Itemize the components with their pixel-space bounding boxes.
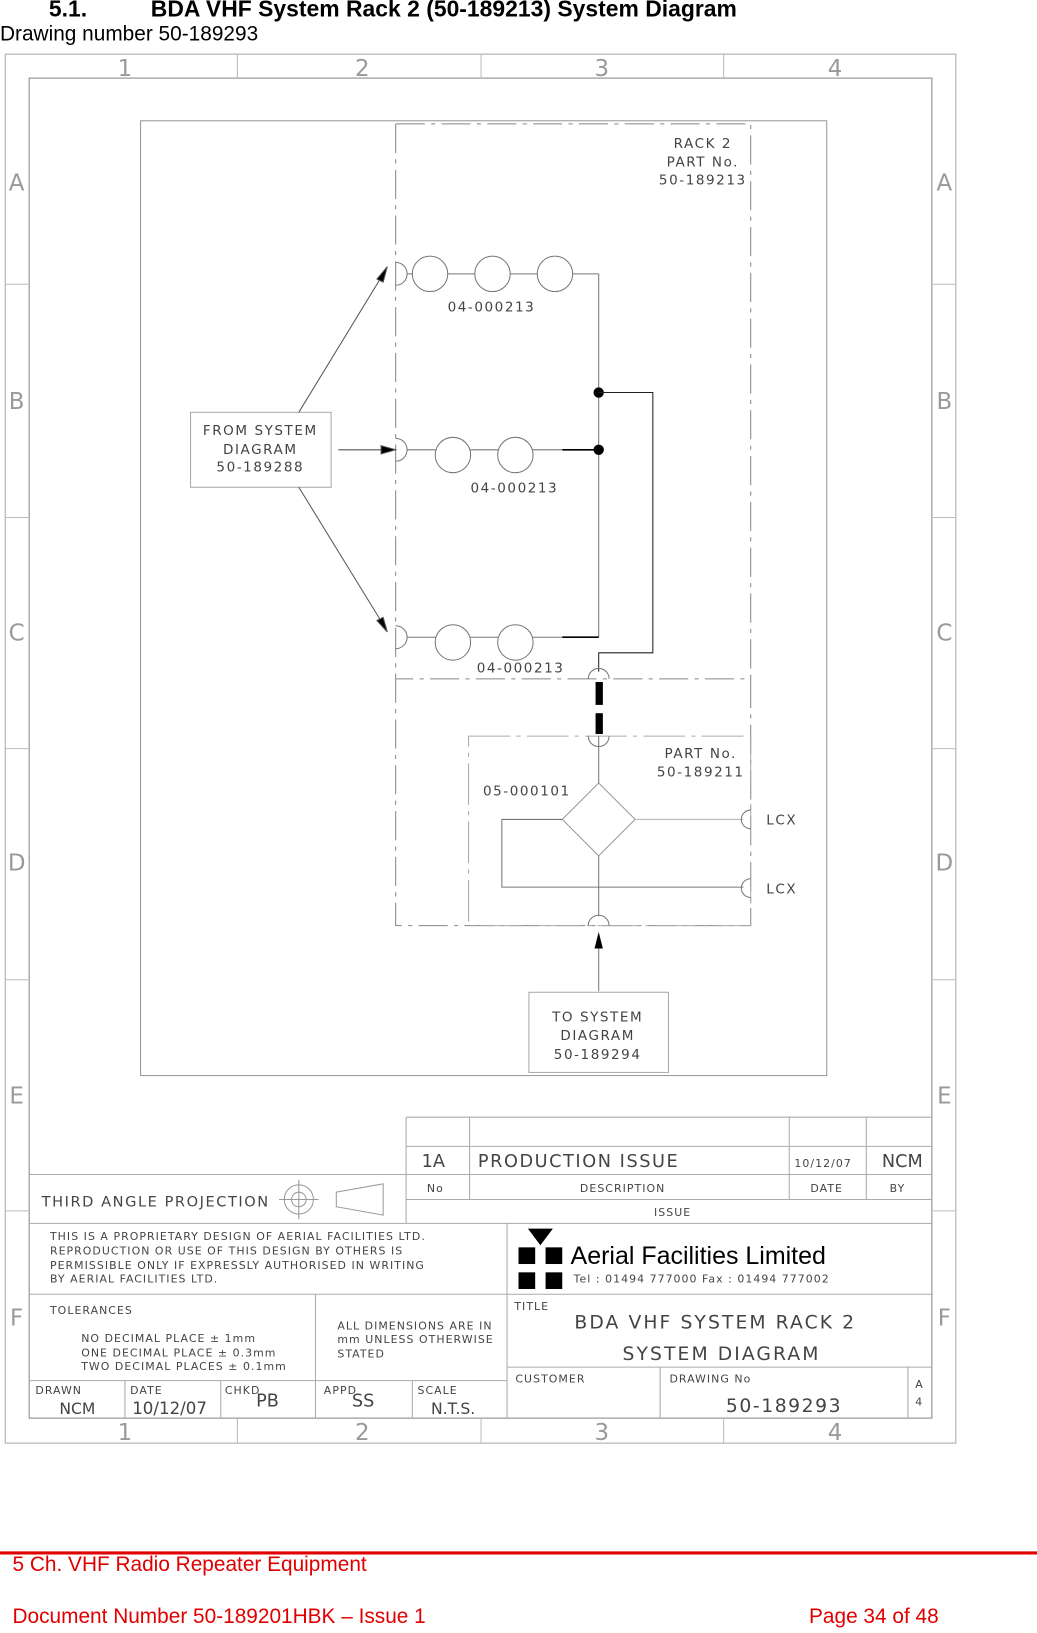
row-label: B [9, 389, 25, 415]
date-label: DATE [130, 1384, 163, 1397]
third-angle-projection-symbol [279, 1179, 384, 1220]
row-label: E [937, 1084, 951, 1110]
filter-label: 04-000213 [477, 661, 565, 677]
date-value: 10/12/07 [132, 1399, 207, 1418]
combiner-output-line [598, 392, 654, 672]
sheet-size: 4 [915, 1396, 923, 1409]
column-label: 1 [118, 56, 133, 82]
page: 5.1. BDA VHF System Rack 2 (50-189213) S… [0, 0, 1037, 1633]
scale-value: N.T.S. [431, 1400, 475, 1418]
system-diagram-drawing: 1 2 3 4 1 2 3 4 A B C D E F A B C D E F … [4, 53, 957, 1446]
lcx-label: LCX [766, 881, 797, 897]
row-label: A [937, 171, 953, 197]
company-logo [518, 1228, 563, 1290]
footer-product: 5 Ch. VHF Radio Repeater Equipment [12, 1553, 367, 1577]
from-box-text: FROM SYSTEM [203, 423, 318, 439]
sheet-size: A [915, 1378, 924, 1391]
column-label: 2 [355, 1420, 370, 1446]
input-arrows [298, 266, 398, 633]
rack2-boundary [395, 123, 752, 927]
issue-number: 1A [422, 1152, 445, 1172]
scale-label: SCALE [418, 1384, 458, 1397]
rack2-label: RACK 2 [674, 136, 732, 152]
proprietary-text: BY AERIAL FACILITIES LTD. [50, 1273, 218, 1286]
issue-label: ISSUE [654, 1206, 691, 1219]
drawing-no-label: DRAWING No [669, 1373, 751, 1386]
customer-label: CUSTOMER [515, 1373, 585, 1386]
row-label: F [938, 1305, 951, 1331]
dimensions-note: STATED [337, 1348, 385, 1361]
drawn-label: DRAWN [35, 1384, 82, 1397]
to-box-text: DIAGRAM [560, 1028, 635, 1044]
row-label: C [936, 620, 952, 646]
arrow-head [594, 931, 603, 949]
tolerance-line: ONE DECIMAL PLACE ± 0.3mm [81, 1347, 276, 1360]
dimensions-note: mm UNLESS OTHERWISE [337, 1333, 493, 1346]
dimensions-note: ALL DIMENSIONS ARE IN [337, 1320, 492, 1333]
row-label: B [937, 389, 953, 415]
to-box-text: 50-189294 [554, 1047, 642, 1063]
company-name: Aerial Facilities Limited [571, 1242, 826, 1270]
tolerance-line: TWO DECIMAL PLACES ± 0.1mm [80, 1360, 287, 1373]
sub-part-label: PART No. [665, 746, 737, 762]
footer-page-number: Page 34 of 48 [809, 1605, 939, 1629]
title-label: TITLE [513, 1300, 549, 1313]
sub-part-number: 50-189211 [657, 765, 745, 781]
splitter-label: 05-000101 [483, 783, 571, 799]
company-contact: Tel : 01494 777000 Fax : 01494 777002 [573, 1273, 830, 1286]
lcx-label: LCX [766, 813, 797, 829]
checked-value: PB [256, 1392, 279, 1412]
column-label: 3 [595, 1420, 610, 1446]
column-label: 4 [828, 56, 843, 82]
column-label: 3 [595, 56, 610, 82]
issue-description: PRODUCTION ISSUE [478, 1152, 679, 1172]
row-label: A [9, 171, 25, 197]
filter-chain-2 [395, 436, 599, 474]
cable-segment [595, 713, 603, 735]
proprietary-text: PERMISSIBLE ONLY IF EXPRESSLY AUTHORISED… [50, 1259, 425, 1272]
drawing-title-line2: SYSTEM DIAGRAM [623, 1344, 821, 1365]
approved-value: SS [352, 1392, 374, 1412]
row-label: D [8, 850, 26, 876]
drawing-title-line1: BDA VHF SYSTEM RACK 2 [574, 1313, 856, 1334]
filter-chain-3 [395, 624, 599, 661]
row-label: C [9, 620, 25, 646]
issue-by: NCM [882, 1152, 923, 1172]
projection-label: THIRD ANGLE PROJECTION [41, 1194, 270, 1211]
column-label: 4 [828, 1420, 843, 1446]
drawn-value: NCM [59, 1400, 95, 1418]
issue-header-by: BY [890, 1182, 906, 1195]
issue-header-no: No [427, 1182, 444, 1195]
proprietary-text: REPRODUCTION OR USE OF THIS DESIGN BY OT… [50, 1245, 403, 1258]
junction-dot [593, 444, 604, 456]
column-label: 2 [355, 56, 370, 82]
from-box-text: DIAGRAM [223, 442, 298, 458]
footer-document-number: Document Number 50-189201HBK – Issue 1 [12, 1605, 426, 1629]
issue-header-date: DATE [810, 1182, 843, 1195]
proprietary-text: THIS IS A PROPRIETARY DESIGN OF AERIAL F… [49, 1230, 426, 1243]
from-box-text: 50-189288 [216, 460, 304, 476]
issue-header-description: DESCRIPTION [580, 1182, 665, 1195]
tolerances-label: TOLERANCES [49, 1304, 133, 1317]
filter-label: 04-000213 [470, 480, 558, 496]
rack2-part-label: PART No. [667, 155, 739, 171]
filter-label: 04-000213 [448, 299, 536, 315]
row-label: F [10, 1305, 23, 1331]
tolerance-line: NO DECIMAL PLACE ± 1mm [81, 1332, 256, 1345]
column-label: 1 [118, 1420, 133, 1446]
issue-date: 10/12/07 [794, 1157, 851, 1170]
drawing-no-value: 50-189293 [726, 1396, 842, 1417]
rack2-part-number: 50-189213 [659, 172, 747, 188]
cable-segment [595, 681, 603, 705]
to-box-text: TO SYSTEM [551, 1009, 643, 1025]
row-label: E [9, 1084, 23, 1110]
row-label: D [936, 850, 954, 876]
